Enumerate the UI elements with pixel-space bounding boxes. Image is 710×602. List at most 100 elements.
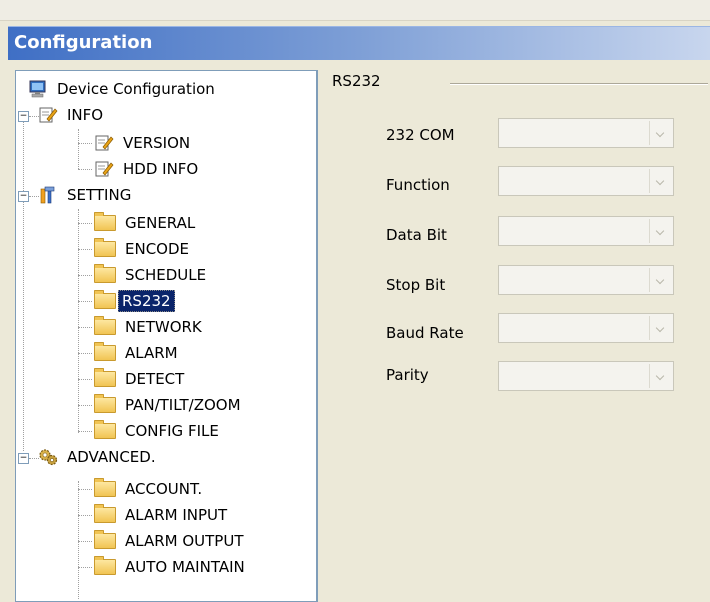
- tree-line: [78, 275, 92, 276]
- folder-icon: [94, 530, 116, 549]
- open-folder-icon: [94, 290, 116, 309]
- baud-rate-select[interactable]: [498, 313, 674, 343]
- tree-label: ACCOUNT.: [125, 480, 203, 498]
- tree-node-general[interactable]: GENERAL: [94, 211, 198, 235]
- tree-line: [78, 223, 92, 224]
- tree-label: SCHEDULE: [125, 266, 207, 284]
- folder-icon: [94, 394, 116, 413]
- top-strip: [0, 0, 710, 21]
- tree-line: [78, 353, 92, 354]
- tree-label: ENCODE: [125, 240, 190, 258]
- data-bit-select[interactable]: [498, 216, 674, 246]
- tree-line: [78, 431, 92, 432]
- tree-label: PAN/TILT/ZOOM: [125, 396, 241, 414]
- folder-icon: [94, 316, 116, 335]
- window-title: Configuration: [14, 32, 153, 53]
- tree-label: NETWORK: [125, 318, 202, 336]
- tree-line: [78, 379, 92, 380]
- tree-label: SETTING: [67, 186, 132, 204]
- config-tree[interactable]: Device Configuration − INFO VERSION HDD …: [15, 70, 318, 602]
- tree-label: VERSION: [123, 134, 191, 152]
- tree-node-setting[interactable]: SETTING: [38, 183, 134, 207]
- folder-icon: [94, 478, 116, 497]
- tree-label: HDD INFO: [123, 160, 199, 178]
- collapse-icon[interactable]: −: [18, 111, 29, 122]
- chevron-down-icon[interactable]: [649, 364, 671, 388]
- tree-node-alarm-output[interactable]: ALARM OUTPUT: [94, 529, 247, 553]
- tree-label: AUTO MAINTAIN: [125, 558, 245, 576]
- tree-line: [23, 111, 24, 451]
- gears-icon: [38, 448, 58, 466]
- folder-icon: [94, 420, 116, 439]
- tree-label: CONFIG FILE: [125, 422, 219, 440]
- tree-line: [78, 541, 92, 542]
- tree-label: DETECT: [125, 370, 185, 388]
- field-label-stop-bit: Stop Bit: [386, 276, 446, 294]
- tree-node-config-file[interactable]: CONFIG FILE: [94, 419, 222, 443]
- groupbox-divider: [450, 83, 708, 85]
- tree-node-alarm-input[interactable]: ALARM INPUT: [94, 503, 230, 527]
- folder-icon: [94, 368, 116, 387]
- window-title-bar: Configuration: [8, 26, 710, 60]
- tree-node-rs232[interactable]: RS232: [94, 289, 175, 313]
- monitor-icon: [28, 80, 48, 98]
- field-label-data-bit: Data Bit: [386, 226, 447, 244]
- tree-label: ALARM: [125, 344, 178, 362]
- tree-node-version[interactable]: VERSION: [94, 131, 193, 155]
- tree-line: [78, 129, 79, 169]
- tree-node-alarm[interactable]: ALARM: [94, 341, 181, 365]
- tree-node-pan-tilt-zoom[interactable]: PAN/TILT/ZOOM: [94, 393, 244, 417]
- tree-node-info[interactable]: INFO: [38, 103, 106, 127]
- tree-node-account[interactable]: ACCOUNT.: [94, 477, 205, 501]
- tree-node-encode[interactable]: ENCODE: [94, 237, 192, 261]
- tree-line: [78, 301, 92, 302]
- tree-node-detect[interactable]: DETECT: [94, 367, 187, 391]
- tree-node-auto-maintain[interactable]: AUTO MAINTAIN: [94, 555, 248, 579]
- tree-label: ALARM OUTPUT: [125, 532, 244, 550]
- function-select[interactable]: [498, 166, 674, 196]
- folder-icon: [94, 556, 116, 575]
- parity-select[interactable]: [498, 361, 674, 391]
- tree-line: [78, 249, 92, 250]
- collapse-icon[interactable]: −: [18, 453, 29, 464]
- tree-line: [78, 143, 92, 144]
- field-label-parity: Parity: [386, 366, 429, 384]
- panel-title: RS232: [332, 72, 381, 90]
- folder-icon: [94, 342, 116, 361]
- folder-icon: [94, 504, 116, 523]
- tree-line: [78, 209, 79, 433]
- stop-bit-select[interactable]: [498, 265, 674, 295]
- collapse-icon[interactable]: −: [18, 191, 29, 202]
- folder-icon: [94, 264, 116, 283]
- edit-document-icon: [94, 134, 114, 152]
- field-label-function: Function: [386, 176, 450, 194]
- chevron-down-icon[interactable]: [649, 219, 671, 243]
- tree-line: [78, 327, 92, 328]
- tree-line: [78, 405, 92, 406]
- field-label-baud-rate: Baud Rate: [386, 324, 464, 342]
- tree-node-hdd-info[interactable]: HDD INFO: [94, 157, 201, 181]
- edit-document-icon: [38, 106, 58, 124]
- tree-line: [78, 515, 92, 516]
- tree-line: [78, 567, 92, 568]
- tree-label: INFO: [67, 106, 104, 124]
- chevron-down-icon[interactable]: [649, 268, 671, 292]
- tree-label: ADVANCED.: [67, 448, 156, 466]
- tree-line: [78, 169, 92, 170]
- tree-node-network[interactable]: NETWORK: [94, 315, 205, 339]
- chevron-down-icon[interactable]: [649, 169, 671, 193]
- tree-node-schedule[interactable]: SCHEDULE: [94, 263, 209, 287]
- tools-icon: [38, 186, 58, 204]
- tree-line: [78, 489, 92, 490]
- field-label-232-com: 232 COM: [386, 126, 455, 144]
- chevron-down-icon[interactable]: [649, 121, 671, 145]
- tree-root-device-configuration[interactable]: Device Configuration: [28, 77, 218, 101]
- tree-node-advanced[interactable]: ADVANCED.: [38, 445, 159, 469]
- chevron-down-icon[interactable]: [649, 316, 671, 340]
- tree-label: RS232: [118, 290, 175, 312]
- tree-line: [78, 481, 79, 599]
- tree-label: ALARM INPUT: [125, 506, 228, 524]
- tree-label: GENERAL: [125, 214, 196, 232]
- folder-icon: [94, 212, 116, 231]
- 232-com-select[interactable]: [498, 118, 674, 148]
